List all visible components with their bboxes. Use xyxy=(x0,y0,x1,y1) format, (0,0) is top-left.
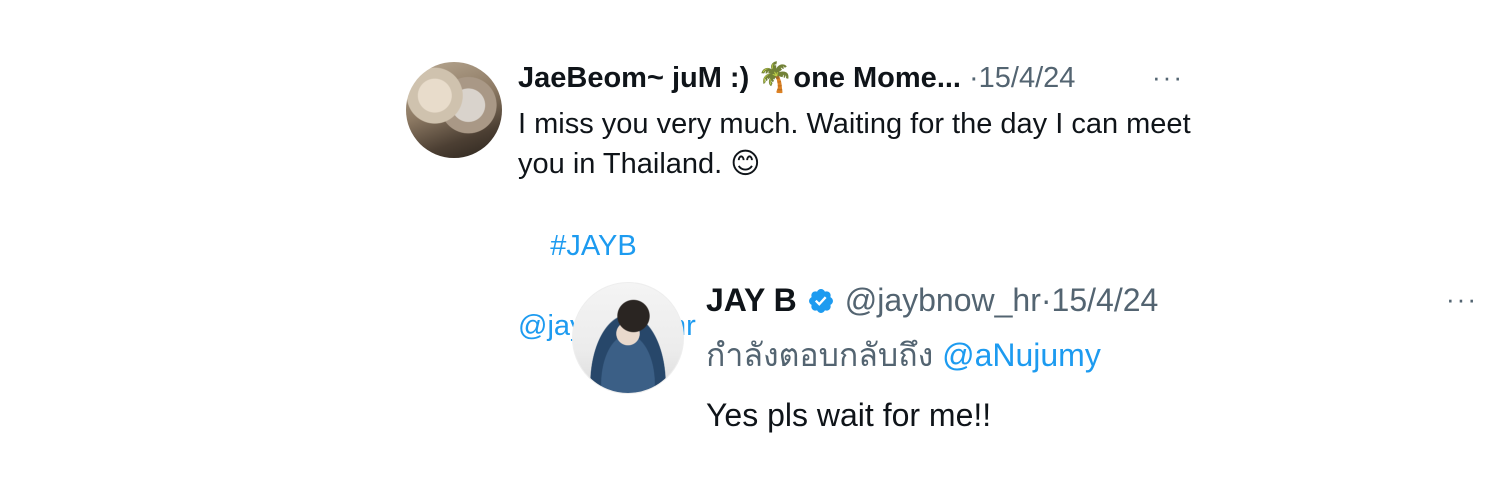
reply-author-name[interactable]: JAY B xyxy=(706,282,797,319)
reply-author-handle[interactable]: @jaybnow_hr xyxy=(845,282,1041,319)
reply-tweet-header: JAY B @jaybnow_hr · 15/4/24 xyxy=(706,280,1158,320)
more-options-icon[interactable]: ··· xyxy=(1152,64,1184,90)
reply-tweet-date[interactable]: 15/4/24 xyxy=(1052,282,1159,319)
replying-to-label: กำลังตอบกลับถึง xyxy=(706,337,934,373)
hashtag-link[interactable]: #JAYB xyxy=(550,230,637,262)
original-author-name[interactable]: JaeBeom~ juM :) 🌴one Mome... xyxy=(518,61,961,95)
original-tweet-header: JaeBeom~ juM :) 🌴one Mome... · 15/4/24 xyxy=(518,60,1075,96)
original-author-avatar[interactable] xyxy=(406,62,502,158)
reply-author-avatar[interactable] xyxy=(572,282,684,394)
more-options-icon[interactable]: ··· xyxy=(1446,286,1478,312)
verified-badge-icon xyxy=(807,286,835,314)
original-tweet-date[interactable]: 15/4/24 xyxy=(979,62,1076,95)
header-separator: · xyxy=(1040,281,1052,318)
original-tweet-text: I miss you very much. Waiting for the da… xyxy=(518,108,1199,180)
header-separator: · xyxy=(969,61,979,94)
replying-to-mention-link[interactable]: @aNujumy xyxy=(942,337,1101,373)
reply-tweet-text: Yes pls wait for me!! xyxy=(706,397,992,433)
replying-to-line: กำลังตอบกลับถึง @aNujumy xyxy=(706,334,1101,376)
